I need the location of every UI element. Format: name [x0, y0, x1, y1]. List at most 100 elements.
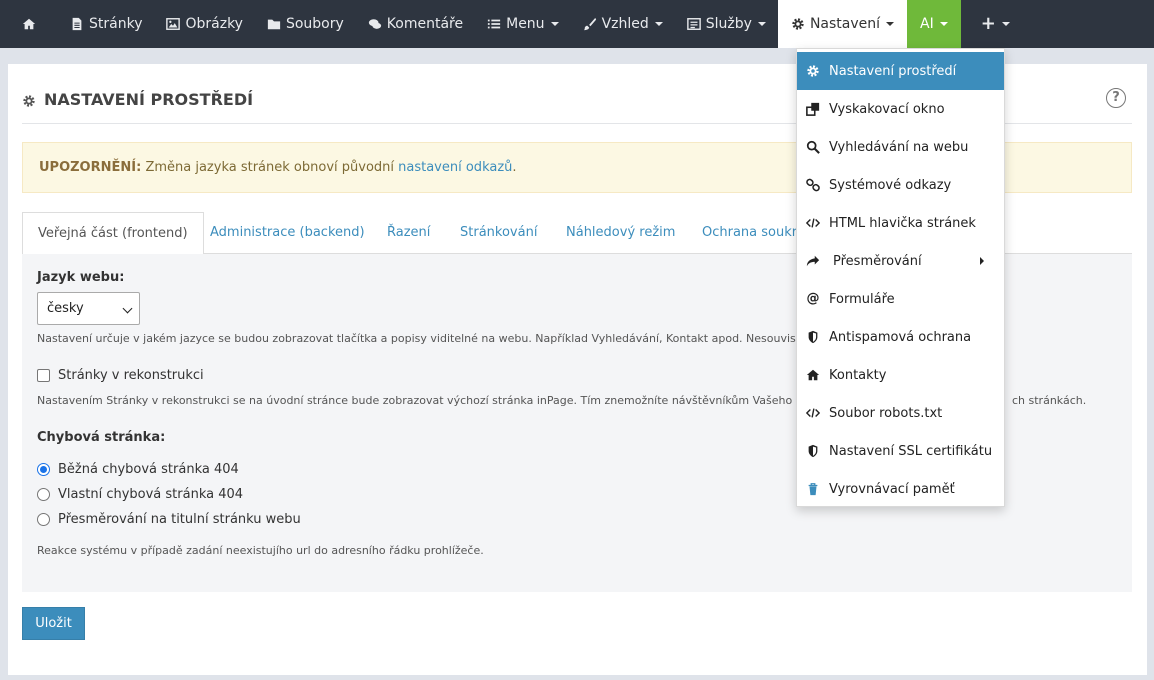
chevron-down-icon	[550, 22, 559, 26]
nav-home[interactable]	[0, 0, 58, 48]
shield-icon	[806, 444, 820, 458]
alert-end: .	[512, 160, 517, 175]
nav-label: Služby	[705, 16, 752, 32]
menu-item-label: Nastavení SSL certifikátu	[829, 443, 993, 459]
menu-item-label: Kontakty	[829, 367, 887, 383]
save-button[interactable]: Uložit	[22, 607, 85, 640]
tab-strankovani[interactable]: Stránkování	[460, 212, 537, 254]
alert-label: UPOZORNĚNÍ:	[39, 160, 142, 175]
nav-obrazky[interactable]: Obrázky	[154, 0, 254, 48]
code-icon	[806, 216, 820, 230]
menu-item-label: Formuláře	[829, 291, 895, 307]
menu-item-presmerovani[interactable]: Přesměrování	[797, 242, 1004, 280]
reconstruction-help-tail: ch stránkách.	[1012, 394, 1087, 407]
tab-razeni[interactable]: Řazení	[387, 212, 430, 254]
alert-link[interactable]: nastavení odkazů	[398, 160, 512, 175]
radio[interactable]	[37, 513, 50, 526]
shield-icon	[806, 330, 820, 344]
language-help: Nastavení určuje v jakém jazyce se budou…	[37, 332, 819, 345]
reconstruction-checkbox[interactable]	[37, 369, 50, 382]
menu-item-kontakty[interactable]: Kontakty	[797, 356, 1004, 394]
link-icon	[806, 178, 820, 192]
code-icon	[806, 406, 820, 420]
menu-item-ssl[interactable]: Nastavení SSL certifikátu	[797, 432, 1004, 470]
help-icon[interactable]: ?	[1106, 88, 1126, 108]
error-option-404[interactable]: Běžná chybová stránka 404	[37, 462, 239, 477]
home-icon	[22, 17, 36, 31]
file-icon	[70, 17, 84, 31]
menu-item-html-hlavicka[interactable]: HTML hlavička stránek	[797, 204, 1004, 242]
menu-item-label: Vyhledávání na webu	[829, 139, 969, 155]
menu-item-systemove-odkazy[interactable]: Systémové odkazy	[797, 166, 1004, 204]
reconstruction-label: Stránky v rekonstrukci	[58, 368, 204, 383]
services-icon	[686, 17, 701, 31]
nav-label: Komentáře	[386, 16, 464, 32]
error-page-label: Chybová stránka:	[37, 430, 166, 445]
page-title: NASTAVENÍ PROSTŘEDÍ	[22, 90, 253, 109]
radio-label: Vlastní chybová stránka 404	[58, 487, 244, 502]
gear-icon	[806, 64, 820, 78]
menu-item-vyhledavani[interactable]: Vyhledávání na webu	[797, 128, 1004, 166]
menu-item-label: Antispamová ochrana	[829, 329, 972, 345]
menu-item-formulare[interactable]: @ Formuláře	[797, 280, 1004, 318]
menu-item-label: Vyrovnávací paměť	[829, 481, 955, 497]
nav-stranky[interactable]: Stránky	[58, 0, 154, 48]
share-arrow-icon	[806, 254, 820, 268]
popup-window-icon	[806, 102, 820, 116]
error-option-custom-404[interactable]: Vlastní chybová stránka 404	[37, 487, 243, 502]
menu-item-nastaveni-prostredi[interactable]: Nastavení prostředí	[797, 52, 1004, 90]
nav-vzhled[interactable]: Vzhled	[571, 0, 675, 48]
at-icon: @	[806, 291, 820, 306]
nav-nastaveni[interactable]: Nastavení	[777, 0, 908, 48]
tab-backend[interactable]: Administrace (backend)	[210, 212, 365, 254]
chevron-down-icon	[757, 22, 766, 26]
nav-label: Obrázky	[185, 16, 243, 32]
nav-label: Menu	[506, 16, 545, 32]
gear-icon	[791, 17, 805, 31]
nav-label: Vzhled	[601, 16, 649, 32]
menu-item-antispam[interactable]: Antispamová ochrana	[797, 318, 1004, 356]
chevron-right-icon	[980, 257, 984, 265]
chevron-down-icon	[122, 303, 133, 314]
search-icon	[806, 140, 820, 154]
comments-icon	[368, 17, 382, 31]
menu-item-cache[interactable]: Vyrovnávací paměť	[797, 470, 1004, 508]
menu-item-label: Soubor robots.txt	[829, 405, 943, 421]
chevron-down-icon	[1001, 22, 1010, 26]
home-icon	[806, 368, 820, 382]
brush-icon	[583, 17, 597, 31]
nav-label: Stránky	[89, 16, 143, 32]
nav-komentare[interactable]: Komentáře	[356, 0, 475, 48]
nav-label: Nastavení	[809, 16, 881, 32]
chevron-down-icon	[939, 22, 948, 26]
plus-icon: +	[980, 13, 996, 34]
radio[interactable]	[37, 488, 50, 501]
menu-item-label: Vyskakovací okno	[829, 101, 945, 117]
chevron-down-icon	[886, 22, 895, 26]
reconstruction-help: Nastavením Stránky v rekonstrukci se na …	[37, 394, 812, 407]
nav-label: AI	[920, 16, 934, 32]
nav-sluzby[interactable]: Služby	[675, 0, 778, 48]
language-select-value: česky	[47, 301, 84, 316]
error-option-redirect[interactable]: Přesměrování na titulní stránku webu	[37, 512, 301, 527]
list-icon	[487, 17, 501, 31]
language-select[interactable]: česky	[37, 292, 140, 325]
nav-menu[interactable]: Menu	[475, 0, 570, 48]
reconstruction-checkbox-row[interactable]: Stránky v rekonstrukci	[37, 368, 204, 383]
tab-frontend[interactable]: Veřejná část (frontend)	[22, 212, 204, 255]
nav-add[interactable]: +	[961, 0, 1030, 48]
image-icon	[166, 17, 181, 31]
language-label: Jazyk webu:	[37, 270, 125, 285]
nav-soubory[interactable]: Soubory	[255, 0, 356, 48]
menu-item-label: Nastavení prostředí	[829, 63, 957, 79]
tab-nahledovy-rezim[interactable]: Náhledový režim	[566, 212, 675, 254]
nav-ai[interactable]: AI	[907, 0, 961, 48]
menu-item-robots[interactable]: Soubor robots.txt	[797, 394, 1004, 432]
folder-icon	[267, 17, 281, 31]
tab-ochrana-soukromi[interactable]: Ochrana soukro	[702, 212, 805, 254]
alert-text: Změna jazyka stránek obnoví původní	[141, 160, 399, 175]
radio-selected[interactable]	[37, 463, 50, 476]
error-help: Reakce systému v případě zadání neexistu…	[37, 544, 484, 557]
menu-item-vyskakovaci-okno[interactable]: Vyskakovací okno	[797, 90, 1004, 128]
gear-icon	[22, 93, 36, 107]
